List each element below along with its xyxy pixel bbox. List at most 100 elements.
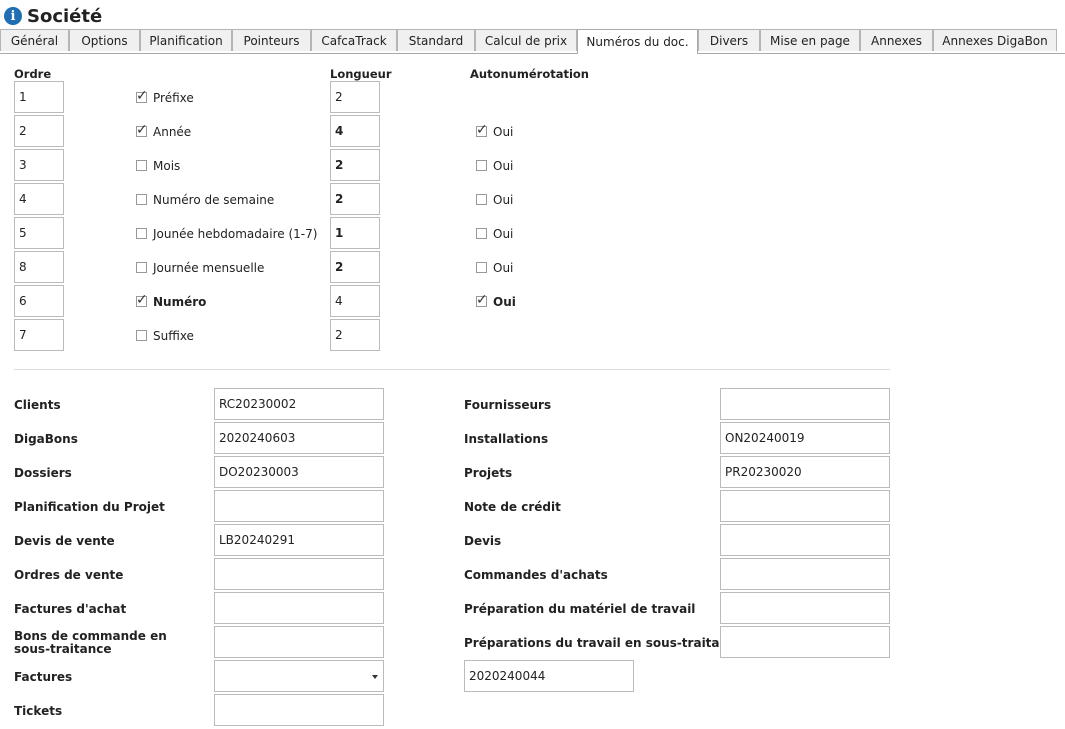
length-input-monthday[interactable]: 2 [330, 251, 380, 283]
length-column-header: Longueur [330, 67, 392, 81]
length-input-year[interactable]: 4 [330, 115, 380, 147]
suppliers-label: Fournisseurs [464, 398, 552, 412]
subcontract-orders-field[interactable] [214, 626, 384, 658]
work-material-prep-field[interactable] [720, 592, 890, 624]
page-title: Société [27, 5, 103, 27]
purchase-invoices-label: Factures d'achat [14, 602, 127, 616]
sales-orders-field[interactable] [214, 558, 384, 590]
length-input-suffix[interactable]: 2 [330, 319, 380, 351]
week-auto-label: Oui [493, 193, 514, 207]
purchase-invoices-field[interactable] [214, 592, 384, 624]
chevron-down-icon [372, 675, 378, 679]
projects-field[interactable]: PR20230020 [720, 456, 890, 488]
credit-note-label: Note de crédit [464, 500, 561, 514]
suffix-label: Suffixe [153, 329, 194, 343]
clients-field[interactable]: RC20230002 [214, 388, 384, 420]
order-input-number[interactable]: 6 [14, 285, 64, 317]
tab-numeros-du-doc[interactable]: Numéros du doc. [577, 29, 698, 54]
length-input-weekday[interactable]: 1 [330, 217, 380, 249]
tab-annexes-digabon[interactable]: Annexes DigaBon [933, 29, 1057, 51]
tickets-field[interactable] [214, 694, 384, 726]
week-label: Numéro de semaine [153, 193, 275, 207]
tab-annexes[interactable]: Annexes [860, 29, 933, 51]
tab-bar: Général Options Planification Pointeurs … [0, 29, 1065, 54]
suppliers-field[interactable] [720, 388, 890, 420]
purchase-orders-label: Commandes d'achats [464, 568, 608, 582]
installations-label: Installations [464, 432, 549, 446]
sales-quote-label: Devis de vente [14, 534, 115, 548]
weekday-checkbox[interactable] [136, 228, 147, 239]
year-label: Année [153, 125, 192, 139]
quotes-field[interactable] [720, 524, 890, 556]
work-material-prep-label: Préparation du matériel de travail [464, 602, 696, 616]
installations-field[interactable]: ON20240019 [720, 422, 890, 454]
suffix-checkbox[interactable] [136, 330, 147, 341]
project-planning-field[interactable] [214, 490, 384, 522]
order-input-monthday[interactable]: 8 [14, 251, 64, 283]
tab-standard[interactable]: Standard [397, 29, 475, 51]
month-auto-label: Oui [493, 159, 514, 173]
order-input-year[interactable]: 2 [14, 115, 64, 147]
tab-calcul-de-prix[interactable]: Calcul de prix [475, 29, 577, 51]
tab-divers[interactable]: Divers [698, 29, 760, 51]
credit-note-field[interactable] [720, 490, 890, 522]
tab-options[interactable]: Options [69, 29, 140, 51]
tab-planification[interactable]: Planification [140, 29, 232, 51]
tab-cafcatrack[interactable]: CafcaTrack [311, 29, 397, 51]
dossiers-field[interactable]: DO20230003 [214, 456, 384, 488]
year-auto-checkbox[interactable] [476, 122, 488, 138]
prefix-label: Préfixe [153, 91, 194, 105]
page-header: i Société [4, 5, 102, 27]
tab-mise-en-page[interactable]: Mise en page [760, 29, 860, 51]
week-checkbox[interactable] [136, 194, 147, 205]
number-auto-label: Oui [493, 295, 516, 309]
sales-quote-field[interactable]: LB20240291 [214, 524, 384, 556]
length-input-month[interactable]: 2 [330, 149, 380, 181]
number-checkbox[interactable] [136, 292, 148, 308]
clients-label: Clients [14, 398, 61, 412]
project-planning-label: Planification du Projet [14, 500, 165, 514]
year-auto-label: Oui [493, 125, 514, 139]
year-checkbox[interactable] [136, 122, 148, 138]
order-column-header: Ordre [14, 67, 52, 81]
subcontract-orders-label: Bons de commande en sous-traitance [14, 629, 167, 656]
order-input-suffix[interactable]: 7 [14, 319, 64, 351]
invoices-select[interactable] [214, 660, 384, 692]
weekday-label: Jounée hebdomadaire (1-7) [153, 227, 318, 241]
monthday-auto-checkbox[interactable] [476, 262, 487, 273]
tab-general[interactable]: Général [0, 29, 69, 51]
month-label: Mois [153, 159, 181, 173]
quotes-label: Devis [464, 534, 502, 548]
length-input-week[interactable]: 2 [330, 183, 380, 215]
invoices-label: Factures [14, 670, 73, 684]
subcontract-work-prep-field[interactable] [720, 626, 890, 658]
weekday-auto-checkbox[interactable] [476, 228, 487, 239]
extra-number-field[interactable]: 2020240044 [464, 660, 634, 692]
tab-pointeurs[interactable]: Pointeurs [232, 29, 311, 51]
order-input-week[interactable]: 4 [14, 183, 64, 215]
monthday-checkbox[interactable] [136, 262, 147, 273]
week-auto-checkbox[interactable] [476, 194, 487, 205]
info-icon: i [4, 7, 22, 25]
monthday-label: Journée mensuelle [153, 261, 265, 275]
order-input-weekday[interactable]: 5 [14, 217, 64, 249]
digabons-field[interactable]: 2020240603 [214, 422, 384, 454]
month-auto-checkbox[interactable] [476, 160, 487, 171]
length-input-number[interactable]: 4 [330, 285, 380, 317]
section-divider [14, 369, 890, 370]
prefix-checkbox[interactable] [136, 88, 148, 104]
digabons-label: DigaBons [14, 432, 78, 446]
number-label: Numéro [153, 295, 207, 309]
projects-label: Projets [464, 466, 513, 480]
autonumbering-column-header: Autonumérotation [470, 67, 589, 81]
dossiers-label: Dossiers [14, 466, 72, 480]
number-auto-checkbox[interactable] [476, 292, 488, 308]
purchase-orders-field[interactable] [720, 558, 890, 590]
length-input-prefix[interactable]: 2 [330, 81, 380, 113]
order-input-month[interactable]: 3 [14, 149, 64, 181]
sales-orders-label: Ordres de vente [14, 568, 124, 582]
month-checkbox[interactable] [136, 160, 147, 171]
monthday-auto-label: Oui [493, 261, 514, 275]
weekday-auto-label: Oui [493, 227, 514, 241]
order-input-prefix[interactable]: 1 [14, 81, 64, 113]
